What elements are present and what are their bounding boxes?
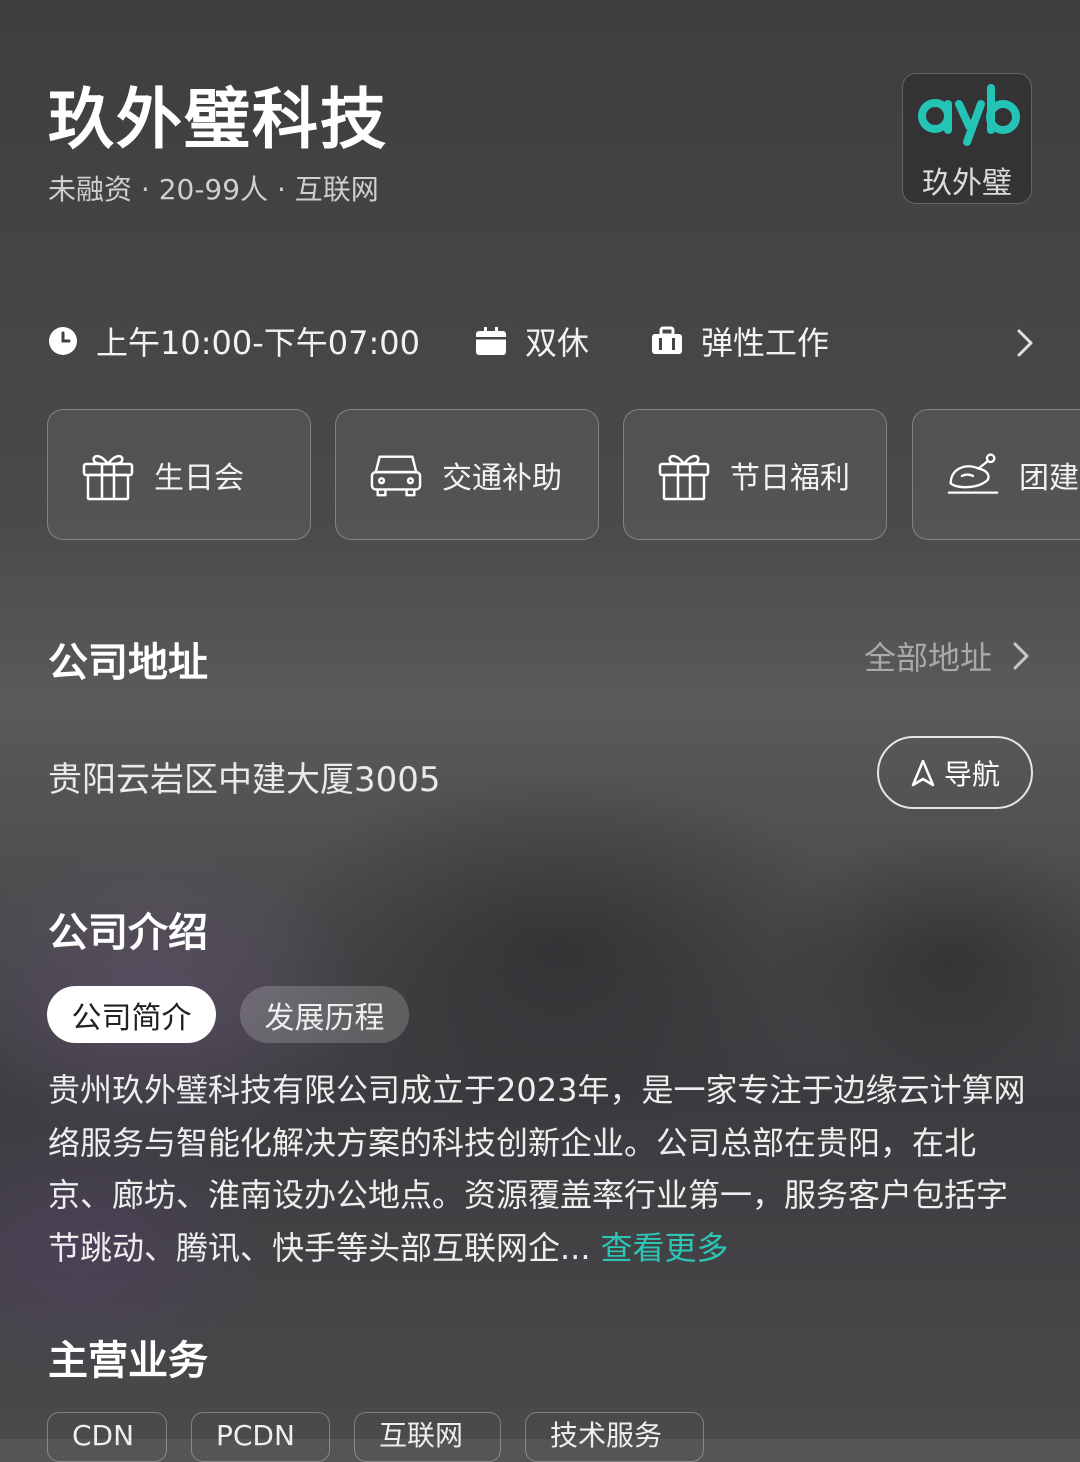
view-more-link[interactable]: 查看更多 [601, 1229, 729, 1267]
logo-mark-icon [918, 84, 1020, 146]
gift-icon [82, 449, 134, 501]
company-meta: 未融资 · 20-99人 · 互联网 [48, 173, 379, 206]
company-address: 贵阳云岩区中建大厦3005 [48, 760, 441, 800]
tab-label: 公司简介 [71, 1000, 192, 1036]
all-addresses-label: 全部地址 [864, 639, 993, 677]
tab-label: 发展历程 [264, 1000, 385, 1036]
company-intro-text: 贵州玖外璧科技有限公司成立于2023年，是一家专注于边缘云计算网络服务与智能化解… [48, 1071, 1026, 1267]
all-addresses-link[interactable]: 全部地址 [864, 633, 1030, 679]
company-logo[interactable]: 玖外璧 [902, 73, 1032, 204]
work-info-row[interactable]: 上午10:00-下午07:00 双休 弹性工作 [48, 318, 1038, 364]
benefit-card-transport[interactable]: 交通补助 [335, 409, 599, 540]
benefit-card-birthday[interactable]: 生日会 [47, 409, 311, 540]
briefcase-icon [651, 326, 683, 356]
logo-text: 玖外璧 [922, 166, 1012, 201]
tab-company-profile[interactable]: 公司简介 [47, 986, 216, 1043]
roast-chicken-icon [947, 449, 999, 501]
company-intro: 贵州玖外璧科技有限公司成立于2023年，是一家专注于边缘云计算网络服务与智能化解… [48, 1064, 1038, 1274]
business-chip[interactable]: CDN [47, 1412, 167, 1462]
work-mode-info: 弹性工作 [651, 318, 829, 364]
clock-icon [48, 326, 78, 356]
car-icon [370, 449, 422, 501]
business-chip[interactable]: 互联网 [354, 1412, 501, 1462]
weekend-label: 双休 [525, 324, 590, 362]
company-name: 玖外璧科技 [48, 81, 388, 158]
benefit-label: 生日会 [154, 460, 244, 496]
benefits-scroller[interactable]: 生日会 交通补助 节日福利 团建 [47, 409, 1080, 541]
work-mode-label: 弹性工作 [701, 324, 830, 362]
navigate-button[interactable]: 导航 [877, 736, 1033, 809]
address-section-title: 公司地址 [48, 640, 208, 686]
business-chip[interactable]: 技术服务 [525, 1412, 704, 1462]
calendar-icon [475, 325, 507, 357]
benefit-label: 节日福利 [730, 460, 850, 496]
business-chip[interactable]: PCDN [191, 1412, 330, 1462]
work-hours-label: 上午10:00-下午07:00 [96, 324, 420, 362]
tab-history[interactable]: 发展历程 [240, 986, 409, 1043]
chevron-right-icon[interactable] [1015, 328, 1035, 358]
weekend-info: 双休 [475, 318, 589, 364]
benefit-label: 交通补助 [442, 460, 562, 496]
intro-section-title: 公司介绍 [48, 910, 208, 956]
navigate-label: 导航 [943, 757, 1000, 791]
gift-icon [658, 449, 710, 501]
work-hours: 上午10:00-下午07:00 [48, 318, 420, 364]
benefit-card-holiday[interactable]: 节日福利 [623, 409, 887, 540]
business-section-title: 主营业务 [48, 1338, 208, 1384]
chevron-right-icon [1013, 642, 1029, 670]
benefit-card-teambuilding[interactable]: 团建 [912, 409, 1080, 540]
navigation-arrow-icon [911, 759, 935, 786]
benefit-label: 团建 [1019, 460, 1079, 496]
